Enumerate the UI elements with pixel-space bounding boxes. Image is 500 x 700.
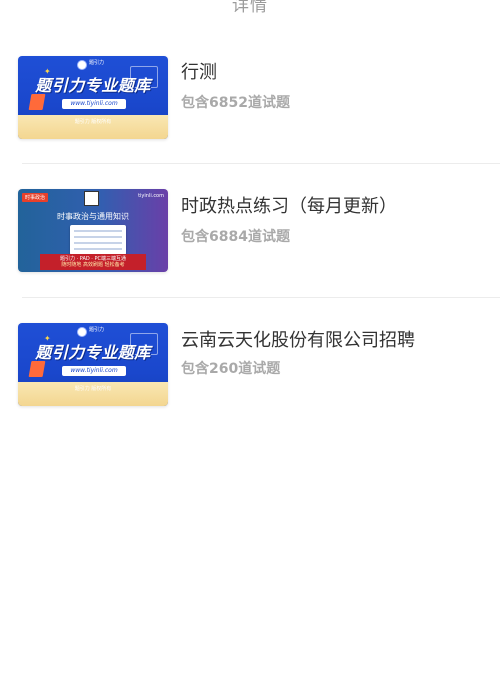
brand-logo-icon bbox=[77, 327, 87, 337]
item-thumbnail: 时事政治 tiyinli.com 时事政治与通用知识 题引力 · PAD · P… bbox=[18, 189, 168, 272]
item-count: 包含6852道试题 bbox=[181, 95, 290, 111]
book-icon bbox=[28, 361, 46, 377]
brand-logo-icon bbox=[77, 60, 87, 70]
list-item[interactable]: 题引力 ✦ 题引力专业题库 www.tiyinli.com 题引力 版权所有 云… bbox=[0, 298, 500, 431]
thumbnail-band-text: 随时随地 高效刷题 轻松备考 bbox=[61, 262, 125, 268]
thumbnail-headline: 题引力专业题库 bbox=[35, 343, 151, 362]
thumbnail-copyright: 题引力 版权所有 bbox=[74, 119, 112, 125]
item-title: 时政热点练习（每月更新） bbox=[181, 196, 397, 217]
item-thumbnail: 题引力 ✦ 题引力专业题库 www.tiyinli.com 题引力 版权所有 bbox=[18, 56, 168, 139]
book-icon bbox=[28, 94, 46, 110]
item-title: 云南云天化股份有限公司招聘 bbox=[181, 330, 415, 351]
thumbnail-headline: 题引力专业题库 bbox=[35, 76, 151, 95]
thumbnail-url: www.tiyinli.com bbox=[62, 366, 126, 376]
qr-code-icon bbox=[84, 191, 99, 206]
thumbnail-url: www.tiyinli.com bbox=[62, 99, 126, 109]
item-count: 包含6884道试题 bbox=[181, 229, 290, 245]
question-bank-list: 题引力 ✦ 题引力专业题库 www.tiyinli.com 题引力 版权所有 行… bbox=[0, 0, 500, 700]
list-item[interactable]: 题引力 ✦ 题引力专业题库 www.tiyinli.com 题引力 版权所有 行… bbox=[0, 30, 500, 164]
thumbnail-tag: 时事政治 bbox=[22, 193, 49, 202]
app-window-icon bbox=[70, 225, 126, 255]
item-title: 行测 bbox=[181, 62, 217, 83]
item-count: 包含260道试题 bbox=[181, 361, 281, 377]
item-thumbnail: 题引力 ✦ 题引力专业题库 www.tiyinli.com 题引力 版权所有 bbox=[18, 323, 168, 406]
thumbnail-copyright: 题引力 版权所有 bbox=[74, 386, 112, 392]
thumbnail-headline: 时事政治与通用知识 bbox=[57, 212, 129, 221]
list-item[interactable]: 时事政治 tiyinli.com 时事政治与通用知识 题引力 · PAD · P… bbox=[0, 164, 500, 298]
thumbnail-site: tiyinli.com bbox=[138, 193, 164, 199]
